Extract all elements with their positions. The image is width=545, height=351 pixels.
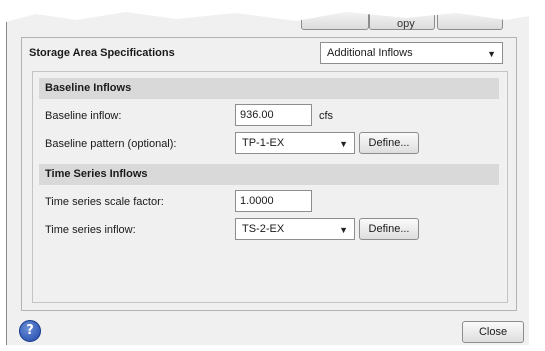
panel-title: Storage Area Specifications (29, 47, 175, 59)
timeseries-scale-value: 1.0000 (240, 195, 274, 207)
specification-type-select[interactable]: Additional Inflows ▼ (320, 42, 503, 64)
timeseries-inflow-value: TS-2-EX (242, 223, 285, 235)
timeseries-scale-input[interactable]: 1.0000 (235, 190, 312, 212)
partial-button-right[interactable] (437, 12, 503, 30)
chevron-down-icon: ▼ (487, 49, 496, 59)
baseline-define-button[interactable]: Define... (359, 132, 419, 154)
copy-button-label: opy (397, 18, 415, 30)
timeseries-scale-label: Time series scale factor: (45, 196, 164, 208)
baseline-pattern-value: TP-1-EX (242, 137, 285, 149)
partial-button[interactable] (301, 12, 369, 30)
timeseries-define-button[interactable]: Define... (359, 218, 419, 240)
baseline-pattern-label: Baseline pattern (optional): (45, 138, 177, 150)
chevron-down-icon: ▼ (339, 139, 348, 149)
baseline-pattern-select[interactable]: TP-1-EX ▼ (235, 132, 355, 154)
baseline-section-header: Baseline Inflows (39, 78, 499, 99)
specification-type-value: Additional Inflows (327, 47, 413, 59)
copy-button-partial[interactable]: opy (369, 12, 435, 30)
chevron-down-icon: ▼ (339, 225, 348, 235)
inflows-group: Baseline Inflows Baseline inflow: 936.00… (32, 71, 508, 303)
help-icon[interactable]: ? (19, 320, 41, 342)
baseline-inflow-unit: cfs (319, 110, 334, 122)
baseline-inflow-label: Baseline inflow: (45, 110, 122, 122)
timeseries-section-header: Time Series Inflows (39, 164, 499, 185)
close-button[interactable]: Close (462, 321, 524, 343)
dialog-window: opy Storage Area Specifications Addition… (6, 12, 529, 345)
baseline-inflow-value: 936.00 (240, 109, 274, 121)
timeseries-inflow-label: Time series inflow: (45, 224, 136, 236)
specifications-panel: Storage Area Specifications Additional I… (21, 37, 517, 311)
baseline-inflow-input[interactable]: 936.00 (235, 104, 312, 126)
timeseries-inflow-select[interactable]: TS-2-EX ▼ (235, 218, 355, 240)
